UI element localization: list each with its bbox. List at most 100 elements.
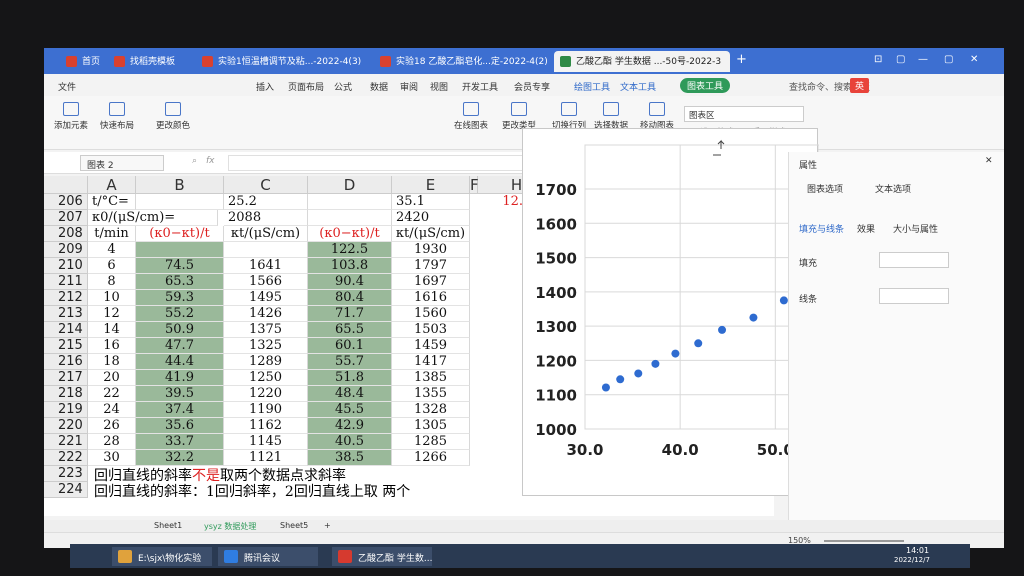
cell-D215[interactable]: 60.1 — [308, 338, 392, 354]
ribbon-button-1[interactable]: 快速布局 — [100, 102, 134, 131]
cell-B219[interactable]: 37.4 — [136, 402, 224, 418]
cell-C207[interactable]: 2088 — [224, 210, 308, 226]
cell-E218[interactable]: 1355 — [392, 386, 470, 402]
cell-C210[interactable]: 1641 — [224, 258, 308, 274]
cell-B218[interactable]: 39.5 — [136, 386, 224, 402]
ribbon-button-0[interactable]: 添加元素 — [54, 102, 88, 131]
window-control-icon[interactable]: ✕ — [970, 54, 978, 65]
cell-A210[interactable]: 6 — [88, 258, 136, 274]
row-header[interactable]: 221 — [44, 434, 88, 450]
row-header[interactable]: 209 — [44, 242, 88, 258]
cell-C211[interactable]: 1566 — [224, 274, 308, 290]
cell-D211[interactable]: 90.4 — [308, 274, 392, 290]
cell-E222[interactable]: 1266 — [392, 450, 470, 466]
row-header[interactable]: 207 — [44, 210, 88, 226]
row-header[interactable]: 213 — [44, 306, 88, 322]
cell-A212[interactable]: 10 — [88, 290, 136, 306]
cell-B217[interactable]: 41.9 — [136, 370, 224, 386]
row-header[interactable]: 217 — [44, 370, 88, 386]
cell-C212[interactable]: 1495 — [224, 290, 308, 306]
menu-item-9[interactable]: 文本工具 — [620, 80, 656, 93]
tab-2[interactable]: 实验1恒温槽调节及粘...-2022-4(3) — [196, 51, 372, 72]
cell-A222[interactable]: 30 — [88, 450, 136, 466]
row-header[interactable]: 211 — [44, 274, 88, 290]
cell-B210[interactable]: 74.5 — [136, 258, 224, 274]
tab-3[interactable]: 实验18 乙酸乙酯皂化...定-2022-4(2) — [374, 51, 552, 72]
cell-E215[interactable]: 1459 — [392, 338, 470, 354]
row-header[interactable]: 224 — [44, 482, 88, 498]
cell-E217[interactable]: 1385 — [392, 370, 470, 386]
cell-E209[interactable]: 1930 — [392, 242, 470, 258]
cell-A207[interactable]: κ0/(μS/cm)= — [88, 210, 218, 226]
cell-D214[interactable]: 65.5 — [308, 322, 392, 338]
cell-C208[interactable]: κt/(μS/cm) — [224, 226, 308, 242]
taskbar-app-2[interactable]: 乙酸乙酯 学生数... — [332, 547, 432, 566]
cell-B213[interactable]: 55.2 — [136, 306, 224, 322]
cell-E221[interactable]: 1285 — [392, 434, 470, 450]
cell-A214[interactable]: 14 — [88, 322, 136, 338]
sheet-tab-1[interactable]: ysyz 数据处理 — [204, 521, 256, 532]
cell-D219[interactable]: 45.5 — [308, 402, 392, 418]
cell-D208[interactable]: (κ0−κt)/t — [308, 226, 392, 242]
menu-item-2[interactable]: 公式 — [334, 80, 352, 93]
ribbon-button-7[interactable]: 移动图表 — [640, 102, 674, 131]
menu-item-3[interactable]: 数据 — [370, 80, 388, 93]
close-icon[interactable]: ✕ — [985, 156, 993, 166]
cell-A221[interactable]: 28 — [88, 434, 136, 450]
cell-E208[interactable]: κt/(μS/cm) — [392, 226, 470, 242]
cell-C219[interactable]: 1190 — [224, 402, 308, 418]
cell-A213[interactable]: 12 — [88, 306, 136, 322]
cell-D216[interactable]: 55.7 — [308, 354, 392, 370]
cell-C221[interactable]: 1145 — [224, 434, 308, 450]
row-header[interactable]: 210 — [44, 258, 88, 274]
menu-item-7[interactable]: 会员专享 — [514, 80, 550, 93]
column-header-D[interactable]: D — [308, 176, 392, 194]
row-header[interactable]: 219 — [44, 402, 88, 418]
name-box[interactable]: 图表 2 — [80, 155, 164, 171]
tab-4[interactable]: 乙酸乙酯 学生数据 ...-50号-2022-3 — [554, 51, 730, 72]
row-header[interactable]: 218 — [44, 386, 88, 402]
cell-A218[interactable]: 22 — [88, 386, 136, 402]
sheet-tab-2[interactable]: Sheet5 — [280, 521, 308, 530]
cell-B220[interactable]: 35.6 — [136, 418, 224, 434]
cell-E220[interactable]: 1305 — [392, 418, 470, 434]
cell-C218[interactable]: 1220 — [224, 386, 308, 402]
row-header[interactable]: 216 — [44, 354, 88, 370]
row-header[interactable]: 220 — [44, 418, 88, 434]
menu-item-8[interactable]: 绘图工具 — [574, 80, 610, 93]
cell-E216[interactable]: 1417 — [392, 354, 470, 370]
cell-E219[interactable]: 1328 — [392, 402, 470, 418]
cell-C216[interactable]: 1289 — [224, 354, 308, 370]
row-224-text[interactable]: 回归直线的斜率：1回归斜率，2回归直线上取 两个 — [94, 481, 410, 501]
cell-C209[interactable] — [224, 242, 308, 258]
subtab-fill-line[interactable]: 填充与线条 — [799, 222, 844, 235]
new-tab-button[interactable]: + — [736, 52, 747, 67]
panel-tab-chart-options[interactable]: 图表选项 — [807, 182, 843, 195]
row-header[interactable]: 215 — [44, 338, 88, 354]
ribbon-button-2[interactable]: 更改颜色 — [156, 102, 190, 131]
menu-item-4[interactable]: 审阅 — [400, 80, 418, 93]
cell-A216[interactable]: 18 — [88, 354, 136, 370]
ime-indicator[interactable]: 英 — [850, 78, 870, 93]
cell-C215[interactable]: 1325 — [224, 338, 308, 354]
ribbon-button-5[interactable]: 切换行列 — [552, 102, 586, 131]
file-menu[interactable]: 文件 — [58, 80, 76, 93]
cell-A220[interactable]: 26 — [88, 418, 136, 434]
cell-C206[interactable]: 25.2 — [224, 194, 308, 210]
row-header[interactable]: 206 — [44, 194, 88, 210]
cell-D222[interactable]: 38.5 — [308, 450, 392, 466]
cell-E214[interactable]: 1503 — [392, 322, 470, 338]
cell-B214[interactable]: 50.9 — [136, 322, 224, 338]
cell-A215[interactable]: 16 — [88, 338, 136, 354]
menu-item-6[interactable]: 开发工具 — [462, 80, 498, 93]
menu-item-10[interactable]: 图表工具 — [680, 78, 731, 93]
chart-element-select[interactable]: 图表区 — [684, 106, 804, 122]
cell-D217[interactable]: 51.8 — [308, 370, 392, 386]
cell-D212[interactable]: 80.4 — [308, 290, 392, 306]
cell-A206[interactable]: t/°C= — [88, 194, 136, 210]
menu-item-1[interactable]: 页面布局 — [288, 80, 324, 93]
cell-D209[interactable]: 122.5 — [308, 242, 392, 258]
cell-A217[interactable]: 20 — [88, 370, 136, 386]
row-header[interactable]: 212 — [44, 290, 88, 306]
fill-section[interactable]: 填充 — [799, 256, 817, 269]
